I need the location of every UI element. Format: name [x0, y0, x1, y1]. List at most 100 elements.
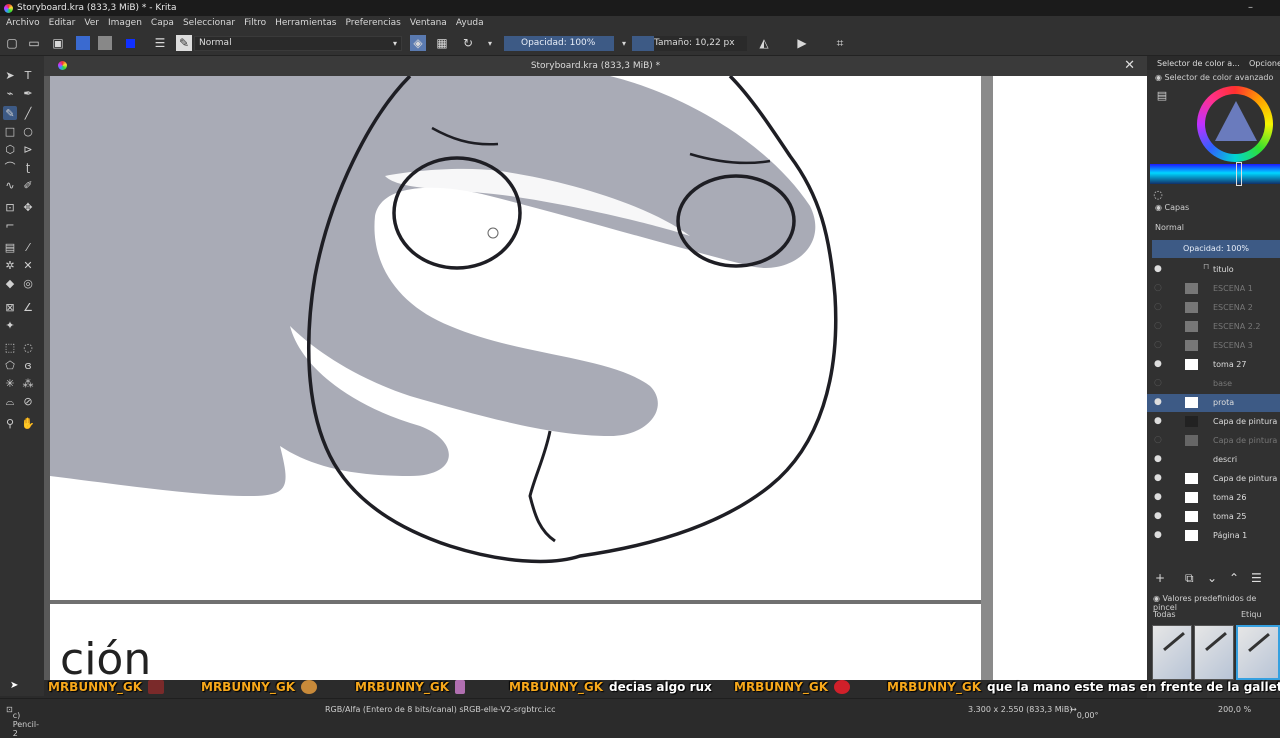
menu-preferencias[interactable]: Preferencias — [339, 18, 403, 28]
layer-row[interactable]: ● Capa de pintura — [1147, 470, 1280, 488]
eye-icon[interactable]: ● — [1154, 530, 1162, 540]
menu-filtro[interactable]: Filtro — [238, 18, 269, 28]
contiguous-select-icon[interactable]: ✳ — [3, 376, 17, 390]
layer-row-selected[interactable]: ● prota — [1147, 394, 1280, 412]
color-triangle[interactable] — [1215, 101, 1257, 141]
preset-tag[interactable]: Etiqu — [1241, 610, 1262, 619]
layer-row[interactable]: ● descri — [1147, 451, 1280, 469]
open-folder-icon[interactable]: ▭ — [26, 35, 42, 51]
calligraphy-icon[interactable]: ✒ — [21, 86, 35, 100]
transform-tool-icon[interactable]: ⊡ — [3, 200, 17, 214]
pattern-icon[interactable] — [98, 36, 112, 50]
eye-icon[interactable]: ○ — [1154, 435, 1162, 445]
smart-patch-icon[interactable]: ✕ — [21, 258, 35, 272]
eraser-mode-icon[interactable]: ◈ — [410, 35, 426, 51]
crop-tool-icon[interactable]: ⌐ — [3, 218, 17, 232]
color-strip-marker[interactable] — [1236, 162, 1242, 186]
duplicate-layer-icon[interactable]: ⧉ — [1185, 571, 1194, 586]
ellipse-tool-icon[interactable]: ○ — [21, 124, 35, 138]
freehand-path-icon[interactable]: ʈ — [21, 160, 35, 174]
next-page[interactable]: ción — [50, 604, 981, 680]
layer-row[interactable]: ● Capa de pintura — [1147, 413, 1280, 431]
bezier-tool-icon[interactable]: ⌒ — [3, 160, 17, 174]
canvas-page[interactable] — [50, 76, 981, 592]
eye-icon[interactable]: ○ — [1154, 321, 1162, 331]
layer-row[interactable]: ○ ESCENA 3 — [1147, 337, 1280, 355]
fill-tool-icon[interactable]: ◆ — [3, 276, 17, 290]
colorspace-status[interactable]: RGB/Alfa (Entero de 8 bits/canal) sRGB-e… — [325, 705, 556, 714]
tab-options[interactable]: Opcione — [1249, 59, 1280, 68]
rectangle-tool-icon[interactable]: □ — [3, 124, 17, 138]
freehand-select-icon[interactable]: ɞ — [21, 358, 35, 372]
add-layer-icon[interactable]: + — [1155, 571, 1165, 585]
rotation-status[interactable]: ↔ 0,00° — [1070, 705, 1099, 720]
menu-editar[interactable]: Editar — [43, 18, 79, 28]
mirror-horizontal-icon[interactable]: ◭ — [756, 35, 772, 51]
alpha-lock-icon[interactable]: ▦ — [434, 35, 450, 51]
chevron-down-icon[interactable]: ▾ — [616, 35, 632, 51]
bezier-select-icon[interactable]: ⌓ — [3, 394, 17, 408]
polygon-tool-icon[interactable]: ⬡ — [3, 142, 17, 156]
menu-capa[interactable]: Capa — [145, 18, 177, 28]
brush-preset-icon[interactable]: ✎ — [176, 35, 192, 51]
edit-shapes-icon[interactable]: ⌁ — [3, 86, 17, 100]
menu-ayuda[interactable]: Ayuda — [450, 18, 487, 28]
close-icon[interactable]: ✕ — [1124, 58, 1135, 73]
move-up-icon[interactable]: ⌃ — [1229, 571, 1239, 585]
gradient-tool-icon[interactable]: ▤ — [3, 240, 17, 254]
layer-opacity-slider[interactable]: Opacidad: 100% — [1152, 240, 1280, 258]
pan-tool-icon[interactable]: ✋ — [21, 416, 35, 430]
eye-icon[interactable]: ● — [1154, 264, 1162, 274]
reference-tool-icon[interactable]: ✦ — [3, 318, 17, 332]
eye-icon[interactable]: ○ — [1154, 283, 1162, 293]
eye-icon[interactable]: ● — [1154, 511, 1162, 521]
freehand-brush-icon[interactable]: ✎ — [3, 106, 17, 120]
magnetic-select-icon[interactable]: ⊘ — [21, 394, 35, 408]
color-wheel[interactable] — [1197, 86, 1273, 162]
gradient-icon[interactable] — [76, 36, 90, 50]
eye-icon[interactable]: ○ — [1154, 378, 1162, 388]
wrap-around-icon[interactable]: ⌗ — [832, 35, 848, 51]
layer-row[interactable]: ● toma 26 — [1147, 489, 1280, 507]
brush-preset-selected[interactable] — [1236, 625, 1280, 680]
color-settings-icon[interactable]: ▤ — [1155, 88, 1169, 102]
menu-imagen[interactable]: Imagen — [102, 18, 145, 28]
assistant-tool-icon[interactable]: ⊠ — [3, 300, 17, 314]
refresh-icon[interactable]: ◌ — [1151, 187, 1165, 201]
multibrush-icon[interactable]: ✐ — [21, 178, 35, 192]
similar-select-icon[interactable]: ⁂ — [21, 376, 35, 390]
minimize-button[interactable]: – — [1248, 2, 1253, 13]
eye-icon[interactable]: ● — [1154, 492, 1162, 502]
eye-icon[interactable]: ○ — [1154, 340, 1162, 350]
layer-row[interactable]: ○ ESCENA 2.2 — [1147, 318, 1280, 336]
reload-preset-icon[interactable]: ↻ — [460, 35, 476, 51]
layer-row[interactable]: ○ base — [1147, 375, 1280, 393]
eye-icon[interactable]: ● — [1154, 473, 1162, 483]
tab-color-selector[interactable]: Selector de color a... — [1157, 59, 1240, 68]
menu-archivo[interactable]: Archivo — [0, 18, 43, 28]
opacity-slider[interactable]: Opacidad: 100% — [504, 36, 614, 51]
measure-tool-icon[interactable]: ∠ — [21, 300, 35, 314]
zoom-status[interactable]: 200,0 % — [1218, 705, 1251, 714]
layer-row[interactable]: ● toma 27 — [1147, 356, 1280, 374]
document-tab[interactable]: Storyboard.kra (833,3 MiB) * ✕ — [44, 56, 1147, 76]
layer-row[interactable]: ○ ESCENA 1 — [1147, 280, 1280, 298]
ellipse-select-icon[interactable]: ◌ — [21, 340, 35, 354]
layers-blend-mode[interactable]: Normal — [1155, 223, 1184, 232]
polyline-tool-icon[interactable]: ⊳ — [21, 142, 35, 156]
menu-seleccionar[interactable]: Seleccionar — [177, 18, 238, 28]
brush-preset[interactable] — [1152, 625, 1192, 680]
text-tool-icon[interactable]: T — [21, 68, 35, 82]
layer-menu-icon[interactable]: ☰ — [1251, 571, 1262, 585]
color-strip[interactable] — [1150, 164, 1280, 184]
layer-row[interactable]: ○ ESCENA 2 — [1147, 299, 1280, 317]
brush-settings-icon[interactable]: ☰ — [152, 35, 168, 51]
move-down-icon[interactable]: ⌄ — [1207, 571, 1217, 585]
menu-ver[interactable]: Ver — [78, 18, 102, 28]
select-shapes-icon[interactable]: ➤ — [3, 68, 17, 82]
layer-row[interactable]: ● ⊓ titulo — [1147, 261, 1280, 279]
save-icon[interactable]: ▣ — [50, 35, 66, 51]
dynamic-brush-icon[interactable]: ∿ — [3, 178, 17, 192]
mirror-vertical-icon[interactable]: ▶ — [794, 35, 810, 51]
eye-icon[interactable]: ● — [1154, 416, 1162, 426]
